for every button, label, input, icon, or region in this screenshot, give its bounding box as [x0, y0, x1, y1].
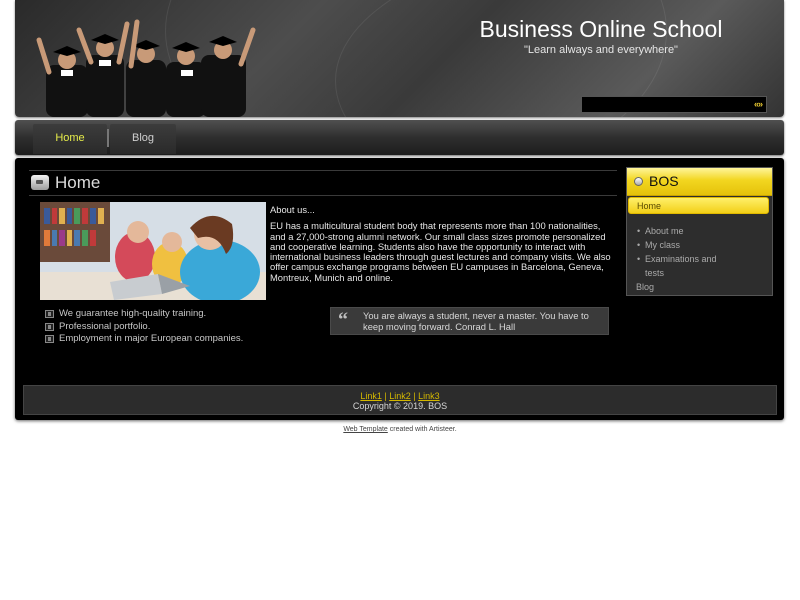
- post-header: Home: [29, 170, 617, 196]
- feature-list: We guarantee high-quality training. Prof…: [45, 308, 243, 346]
- checkbox-bullet-icon: [45, 310, 54, 318]
- list-item: Employment in major European companies.: [45, 333, 243, 346]
- site-slogan: "Learn always and everywhere": [524, 44, 678, 56]
- quote-block: “ You are always a student, never a mast…: [330, 307, 609, 335]
- nav-separator: [107, 129, 109, 147]
- sidebar-block: BOS Home About me My class Examinations …: [626, 167, 773, 296]
- search-button-icon[interactable]: «»: [754, 99, 763, 109]
- search-input[interactable]: [582, 100, 748, 115]
- sidebar-item-my-class[interactable]: My class: [637, 240, 680, 250]
- link-separator: |: [413, 391, 416, 401]
- link-separator: |: [384, 391, 387, 401]
- sidebar-item-home[interactable]: Home: [628, 197, 769, 214]
- credit-suffix: created with Artisteer.: [387, 426, 457, 433]
- template-credit: Web Template created with Artisteer.: [0, 426, 800, 433]
- web-template-link[interactable]: Web Template: [343, 426, 388, 433]
- list-item: Professional portfolio.: [45, 321, 243, 334]
- sidebar-item-blog[interactable]: Blog: [636, 282, 654, 292]
- post-title: Home: [55, 173, 101, 192]
- checkbox-bullet-icon: [45, 322, 54, 331]
- site-header: Business Online School "Learn always and…: [15, 0, 784, 117]
- footer: Link1 | Link2 | Link3 Copyright © 2019. …: [23, 385, 777, 415]
- list-item: We guarantee high-quality training.: [45, 308, 243, 321]
- sidebar-item-examinations[interactable]: Examinations and: [637, 254, 716, 264]
- footer-link-1[interactable]: Link1: [360, 391, 382, 401]
- quote-mark-icon: “: [338, 309, 348, 331]
- page-icon: [31, 175, 49, 190]
- footer-link-3[interactable]: Link3: [418, 391, 440, 401]
- students-photo: [40, 202, 266, 300]
- main-nav: Home Blog: [15, 120, 784, 155]
- copyright-text: Copyright © 2019. BOS: [352, 401, 448, 411]
- search-box: «»: [581, 96, 767, 115]
- about-text: EU has a multicultural student body that…: [270, 220, 611, 283]
- site-title: Business Online School: [479, 16, 723, 42]
- sidebar-title: BOS: [649, 173, 679, 189]
- nav-item-blog[interactable]: Blog: [110, 124, 176, 154]
- sidebar-item-tests[interactable]: tests: [645, 268, 664, 278]
- footer-links: Link1 | Link2 | Link3: [24, 391, 776, 401]
- sidebar-header: BOS: [627, 168, 772, 196]
- about-heading: About us...: [270, 204, 315, 215]
- content-sheet: Home About us... EU has a multicultural …: [15, 158, 784, 420]
- checkbox-bullet-icon: [45, 335, 54, 343]
- footer-link-2[interactable]: Link2: [389, 391, 411, 401]
- post-body: About us... EU has a multicultural stude…: [270, 204, 615, 283]
- graduates-photo: [36, 19, 256, 117]
- quote-text: You are always a student, never a master…: [363, 310, 589, 332]
- circle-bullet-icon: [634, 177, 643, 186]
- nav-item-home[interactable]: Home: [33, 124, 107, 154]
- sidebar-item-about-me[interactable]: About me: [637, 226, 683, 236]
